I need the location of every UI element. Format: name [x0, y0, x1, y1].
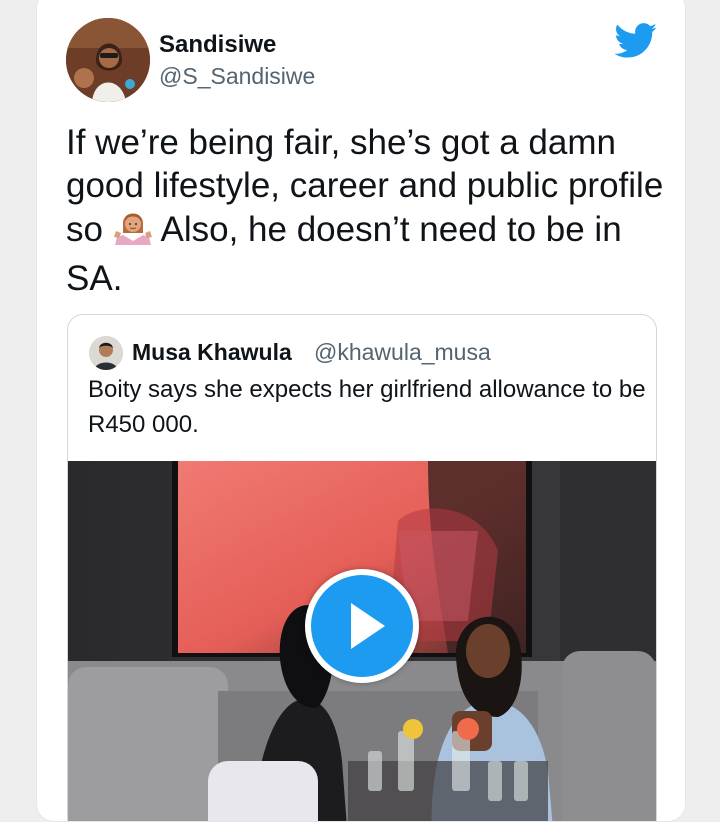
quoted-tweet[interactable]: Musa Khawula @khawula_musa Boity says sh…	[67, 314, 657, 821]
quoted-tweet-text: Boity says she expects her girlfriend al…	[88, 376, 646, 438]
author-avatar[interactable]	[66, 18, 150, 102]
profile-photo-icon	[89, 336, 123, 370]
tweet-card[interactable]: Sandisiwe @S_Sandisiwe If we’re being fa…	[36, 0, 686, 822]
author-display-name[interactable]: Sandisiwe	[159, 31, 276, 59]
play-button[interactable]	[305, 569, 419, 683]
person-shrugging-emoji	[113, 207, 153, 257]
video-thumbnail[interactable]	[68, 461, 656, 821]
twitter-bird-icon[interactable]	[614, 23, 658, 59]
profile-photo-icon	[66, 18, 150, 102]
play-icon	[311, 575, 413, 677]
tweet-text: If we’re being fair, she’s got a damn go…	[66, 121, 666, 300]
quoted-author-display-name[interactable]: Musa Khawula	[132, 339, 292, 366]
quoted-author-avatar[interactable]	[89, 336, 123, 370]
author-handle[interactable]: @S_Sandisiwe	[159, 63, 315, 90]
quoted-author-handle[interactable]: @khawula_musa	[314, 339, 491, 366]
